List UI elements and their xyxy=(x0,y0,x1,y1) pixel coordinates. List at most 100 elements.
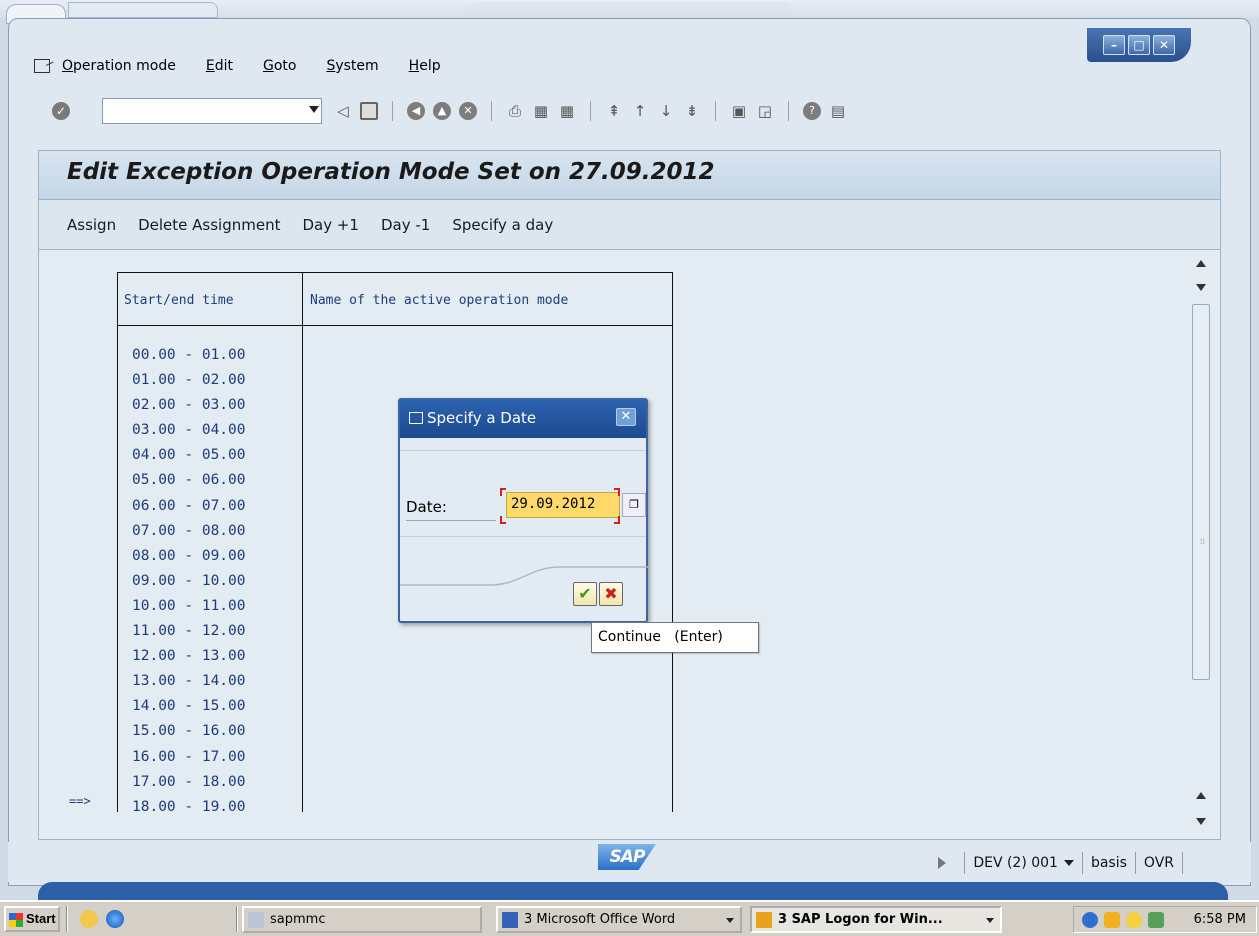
network-icon[interactable] xyxy=(1148,912,1164,928)
grip-icon: ⁞⁞ xyxy=(1200,537,1206,546)
current-row-marker: ==> xyxy=(69,794,91,808)
table-row[interactable]: 10.00 - 11.00 xyxy=(132,594,246,619)
time-list: 00.00 - 01.00 01.00 - 02.00 02.00 - 03.0… xyxy=(132,343,246,820)
column-divider xyxy=(302,273,303,812)
page-title: Edit Exception Operation Mode Set on 27.… xyxy=(67,159,715,185)
task-label: 3 SAP Logon for Win... xyxy=(778,912,943,927)
table-row[interactable]: 05.00 - 06.00 xyxy=(132,468,246,493)
layout-menu-icon[interactable]: ▤ xyxy=(829,102,847,120)
first-page-icon[interactable]: ⇞ xyxy=(605,102,623,120)
toolbar-divider xyxy=(392,101,393,121)
scroll-up-icon[interactable] xyxy=(1196,260,1206,267)
quick-access-toolbar xyxy=(68,2,218,18)
word-icon xyxy=(502,912,518,928)
scroll-down-icon[interactable] xyxy=(1196,284,1206,291)
status-divider xyxy=(964,852,966,874)
system-menu-icon[interactable] xyxy=(34,59,50,73)
table-row[interactable]: 03.00 - 04.00 xyxy=(132,418,246,443)
scroll-thumb[interactable]: ⁞⁞ xyxy=(1192,304,1210,680)
help-icon[interactable]: ? xyxy=(803,102,821,120)
dialog-window-icon xyxy=(409,412,423,424)
date-field[interactable]: 29.09.2012 xyxy=(506,492,620,518)
print-icon[interactable]: ⎙ xyxy=(506,102,524,120)
cancel-icon[interactable]: ✕ xyxy=(459,102,477,120)
required-marker xyxy=(500,516,506,524)
find-icon[interactable]: ▦ xyxy=(532,102,550,120)
specify-date-dialog: Specify a Date ✕ Date: 29.09.2012 ❐ ✔ ✖ xyxy=(398,398,648,623)
table-row[interactable]: 18.00 - 19.00 xyxy=(132,795,246,820)
menubar: Operation mode Edit Goto System Help xyxy=(34,54,471,78)
minimize-button[interactable]: – xyxy=(1103,35,1125,55)
sapmmc-icon xyxy=(248,912,264,928)
create-session-icon[interactable]: ▣ xyxy=(730,102,748,120)
table-row[interactable]: 15.00 - 16.00 xyxy=(132,719,246,744)
menu-edit[interactable]: Edit xyxy=(206,58,233,74)
previous-page-icon[interactable]: ↑ xyxy=(631,102,649,120)
collapse-left-icon[interactable]: ◁ xyxy=(334,102,352,120)
table-row[interactable]: 01.00 - 02.00 xyxy=(132,368,246,393)
command-field[interactable] xyxy=(102,98,322,124)
continue-button[interactable]: ✔ xyxy=(573,582,597,606)
internet-explorer-icon[interactable] xyxy=(106,910,124,928)
delete-assignment-button[interactable]: Delete Assignment xyxy=(138,216,280,234)
exit-icon[interactable]: ▲ xyxy=(433,102,451,120)
back-icon[interactable]: ◀ xyxy=(407,102,425,120)
label-underline xyxy=(406,520,496,521)
taskbar-item-word[interactable]: 3 Microsoft Office Word xyxy=(496,906,742,933)
last-page-icon[interactable]: ⇟ xyxy=(683,102,701,120)
table-row[interactable]: 11.00 - 12.00 xyxy=(132,619,246,644)
dialog-close-button[interactable]: ✕ xyxy=(616,408,636,426)
calendar-help-icon[interactable]: ❐ xyxy=(622,493,646,517)
taskbar-item-sap-logon[interactable]: 3 SAP Logon for Win... xyxy=(750,906,1002,933)
task-label: sapmmc xyxy=(270,912,326,927)
menu-help[interactable]: Help xyxy=(409,58,441,74)
next-page-icon[interactable]: ↓ xyxy=(657,102,675,120)
day-minus-button[interactable]: Day -1 xyxy=(381,216,430,234)
find-next-icon[interactable]: ▦ xyxy=(558,102,576,120)
save-icon[interactable] xyxy=(360,102,378,120)
security-shield-icon[interactable] xyxy=(1126,912,1142,928)
table-row[interactable]: 04.00 - 05.00 xyxy=(132,443,246,468)
insert-mode[interactable]: OVR xyxy=(1144,855,1174,871)
sap-logo: SAP xyxy=(598,844,656,870)
window-controls: – □ ✕ xyxy=(1087,28,1191,62)
menu-system[interactable]: System xyxy=(326,58,378,74)
table-row[interactable]: 17.00 - 18.00 xyxy=(132,770,246,795)
day-plus-button[interactable]: Day +1 xyxy=(302,216,359,234)
table-row[interactable]: 00.00 - 01.00 xyxy=(132,343,246,368)
shortcut-icon[interactable]: ◲ xyxy=(756,102,774,120)
table-row[interactable]: 09.00 - 10.00 xyxy=(132,569,246,594)
background-word-window xyxy=(0,0,1259,24)
sap-tray-icon[interactable] xyxy=(1104,912,1120,928)
vertical-scrollbar[interactable]: ⁞⁞ xyxy=(1190,250,1212,838)
help-icon[interactable] xyxy=(1082,912,1098,928)
start-button[interactable]: Start xyxy=(4,906,60,932)
table-row[interactable]: 07.00 - 08.00 xyxy=(132,519,246,544)
specify-day-button[interactable]: Specify a day xyxy=(452,216,553,234)
taskbar-item-sapmmc[interactable]: sapmmc xyxy=(242,906,482,933)
start-label: Start xyxy=(26,911,56,926)
desktop-icon[interactable] xyxy=(80,910,98,928)
cancel-button[interactable]: ✖ xyxy=(599,582,623,606)
table-row[interactable]: 14.00 - 15.00 xyxy=(132,694,246,719)
table-row[interactable]: 06.00 - 07.00 xyxy=(132,494,246,519)
table-row[interactable]: 13.00 - 14.00 xyxy=(132,669,246,694)
taskbar-divider xyxy=(66,906,68,932)
taskbar-divider xyxy=(236,906,238,932)
table-row[interactable]: 16.00 - 17.00 xyxy=(132,745,246,770)
assign-button[interactable]: Assign xyxy=(67,216,116,234)
maximize-button[interactable]: □ xyxy=(1128,35,1150,55)
expand-status-icon[interactable] xyxy=(938,857,947,869)
table-row[interactable]: 02.00 - 03.00 xyxy=(132,393,246,418)
close-window-button[interactable]: ✕ xyxy=(1153,35,1175,55)
chevron-down-icon[interactable] xyxy=(1063,860,1074,866)
enter-check-icon[interactable]: ✓ xyxy=(52,102,70,120)
scroll-down-icon[interactable] xyxy=(1196,818,1206,825)
table-row[interactable]: 12.00 - 13.00 xyxy=(132,644,246,669)
menu-goto[interactable]: Goto xyxy=(263,58,296,74)
clock: 6:58 PM xyxy=(1193,912,1246,927)
menu-operation-mode[interactable]: Operation mode xyxy=(62,58,176,74)
table-row[interactable]: 08.00 - 09.00 xyxy=(132,544,246,569)
scroll-up-icon[interactable] xyxy=(1196,792,1206,799)
chevron-down-icon[interactable] xyxy=(309,106,319,113)
